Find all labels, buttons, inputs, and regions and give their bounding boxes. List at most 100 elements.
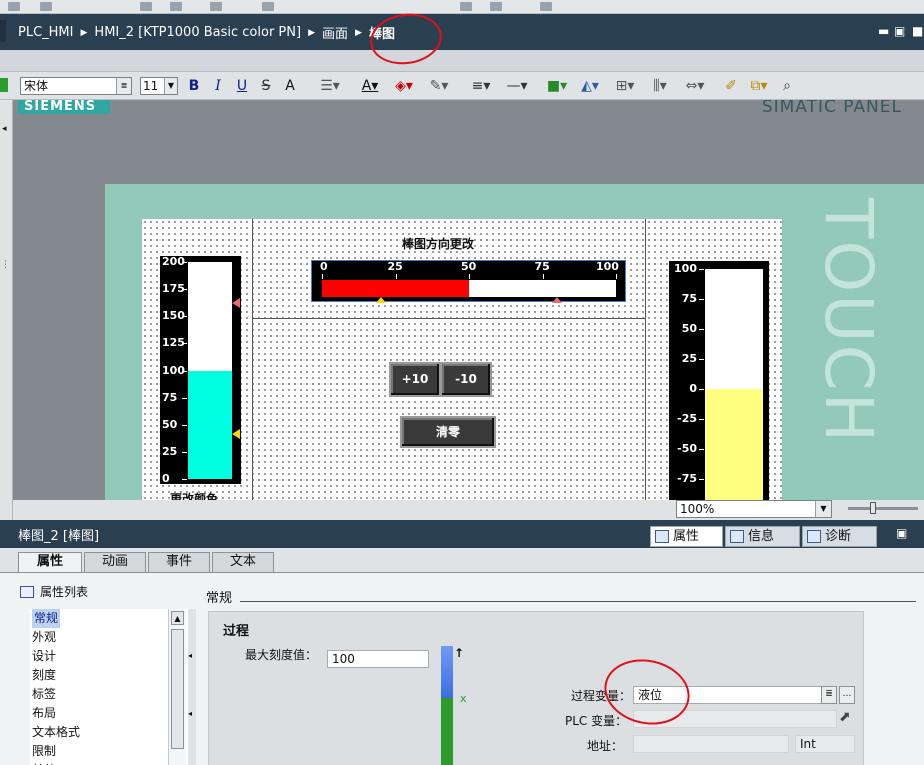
font-size-select[interactable]: 11 ▼ xyxy=(140,77,178,95)
tab-properties[interactable]: 属性 xyxy=(650,526,723,547)
toolbar-icon[interactable] xyxy=(8,2,20,11)
slider-handle[interactable] xyxy=(870,502,876,514)
toolbar-icon[interactable] xyxy=(40,2,52,11)
list-item[interactable]: 设计 xyxy=(32,647,56,666)
toolbar-icon[interactable] xyxy=(540,2,552,11)
panel-splitter[interactable]: ◂ ◂ xyxy=(188,609,196,765)
list-item[interactable]: 常规 xyxy=(32,609,61,628)
toolbar-icon[interactable] xyxy=(460,2,472,11)
more-button[interactable]: … xyxy=(839,686,855,704)
screen-editor-canvas[interactable]: SIEMENS SIMATIC PANEL TOUCH 200 175 150 125… xyxy=(13,100,924,500)
property-list[interactable]: 常规 外观 设计 刻度 标签 布局 文本格式 限制 其他 xyxy=(30,609,188,765)
scale-label: 25 xyxy=(162,444,178,458)
list-icon[interactable]: ≣ xyxy=(821,686,837,704)
minus-10-button[interactable]: -10 xyxy=(440,362,492,397)
scale-tick xyxy=(469,274,470,279)
rotate-icon[interactable]: ◭▾ xyxy=(575,77,605,95)
max-scale-input[interactable]: 100 xyxy=(327,650,429,668)
scale-tick xyxy=(182,316,187,318)
list-item[interactable]: 刻度 xyxy=(32,666,56,685)
maximize-icon[interactable]: ■ xyxy=(912,24,923,38)
zoom-icon[interactable]: ⌕ xyxy=(778,77,796,95)
subtab-events[interactable]: 事件 xyxy=(148,552,210,572)
list-item[interactable]: 标签 xyxy=(32,685,56,704)
chevron-left-icon[interactable]: ◂ xyxy=(188,651,192,660)
zoom-slider[interactable] xyxy=(848,502,918,514)
data-type-field: Int xyxy=(795,735,855,753)
bar-track xyxy=(705,269,763,500)
clear-button[interactable]: 清零 xyxy=(400,416,496,448)
scale-tick xyxy=(616,274,617,279)
toolbar-icon[interactable] xyxy=(490,2,502,11)
list-item[interactable]: 文本格式 xyxy=(32,723,80,742)
minimize-icon[interactable]: ▬ xyxy=(878,24,889,38)
chevron-down-icon[interactable]: ▼ xyxy=(164,78,177,94)
fill-color-icon[interactable]: ◈▾ xyxy=(390,77,418,95)
list-icon[interactable]: ≣ xyxy=(116,78,131,94)
line-style-icon[interactable]: —▾ xyxy=(502,77,532,95)
inspector-title-bar: 棒图_2 [棒图] 属性 信息 诊断 ▣ xyxy=(0,520,924,548)
list-item[interactable]: 其他 xyxy=(32,761,56,765)
scrollbar-thumb[interactable] xyxy=(171,629,184,749)
restore-icon[interactable]: ▣ xyxy=(896,526,907,540)
hmi-screen[interactable]: 200 175 150 125 100 75 50 25 0 更改颜色 棒图方向更改 0 25 50… xyxy=(142,219,782,500)
scale-tick xyxy=(699,359,704,360)
toolbar-icon[interactable] xyxy=(140,2,152,11)
toolbar-icon[interactable] xyxy=(210,2,222,11)
bring-front-icon[interactable]: ■▾ xyxy=(542,77,572,95)
line-color-icon[interactable]: ✎▾ xyxy=(424,77,454,95)
tab-diagnostics[interactable]: 诊断 xyxy=(802,526,877,547)
layer-icon[interactable]: ⧉▾ xyxy=(744,77,774,95)
format-painter-icon[interactable]: ✐ xyxy=(722,77,740,95)
list-item[interactable]: 外观 xyxy=(32,628,56,647)
resize-grip-icon[interactable]: ⋮ xyxy=(1,260,10,270)
chevron-left-icon[interactable]: ◂ xyxy=(188,709,192,718)
bold-button[interactable]: B xyxy=(186,77,202,95)
line-width-icon[interactable]: ≡▾ xyxy=(466,77,496,95)
breadcrumb: PLC_HMI ▶ HMI_2 [KTP1000 Basic color PN]… xyxy=(6,23,395,42)
scale-tick xyxy=(395,274,397,279)
subtab-animations[interactable]: 动画 xyxy=(84,552,146,572)
restore-icon[interactable]: ▣ xyxy=(894,24,905,38)
bar-track xyxy=(322,280,616,297)
bar-caption: 更改颜色 xyxy=(170,492,219,500)
bar-graph-horizontal[interactable]: 0 25 50 75 100 xyxy=(311,260,626,303)
breadcrumb-item-device[interactable]: HMI_2 [KTP1000 Basic color PN] xyxy=(94,25,301,40)
chevron-up-icon[interactable]: ▲ xyxy=(171,611,184,625)
bar-graph-right[interactable]: 100 75 50 25 0 -25 -50 -75 xyxy=(669,261,769,500)
font-color-icon[interactable]: A▾ xyxy=(356,77,384,95)
align-left-icon[interactable]: ☰▾ xyxy=(314,77,346,95)
bar-fill xyxy=(188,370,232,479)
chevron-left-icon[interactable]: ◂ xyxy=(2,124,7,134)
subtab-properties[interactable]: 属性 xyxy=(18,552,82,573)
italic-button[interactable]: I xyxy=(210,77,226,95)
zoom-value: 100% xyxy=(680,502,715,516)
underline-button[interactable]: U xyxy=(234,77,250,95)
font-family-select[interactable]: 宋体 ≣ xyxy=(20,77,132,95)
breadcrumb-item-project[interactable]: PLC_HMI xyxy=(18,25,74,40)
list-scrollbar[interactable]: ▲ xyxy=(168,609,186,765)
align-objects-icon[interactable]: ⊞▾ xyxy=(610,77,640,95)
toolbar-icon[interactable] xyxy=(262,2,274,11)
scale-tick xyxy=(182,397,187,399)
zoom-select[interactable]: 100% ▼ xyxy=(676,500,832,518)
scale-label: -75 xyxy=(677,472,697,485)
editor-title-bar: PLC_HMI ▶ HMI_2 [KTP1000 Basic color PN]… xyxy=(0,14,924,50)
distribute-icon[interactable]: ⫼▾ xyxy=(645,77,675,95)
scale-tick xyxy=(699,419,704,420)
goto-arrow-icon[interactable]: ⬈ xyxy=(839,709,851,725)
scale-label: 100 xyxy=(596,260,619,273)
breadcrumb-item-screens[interactable]: 画面 xyxy=(322,23,348,42)
toolbar-icon[interactable] xyxy=(170,2,182,11)
bar-graph-left[interactable]: 200 175 150 125 100 75 50 25 0 xyxy=(160,255,241,485)
list-item[interactable]: 布局 xyxy=(32,704,56,723)
strikethrough-button[interactable]: S xyxy=(258,77,274,95)
list-item[interactable]: 限制 xyxy=(32,742,56,761)
plus-10-button[interactable]: +10 xyxy=(389,362,441,397)
tab-info[interactable]: 信息 xyxy=(725,526,800,547)
chevron-down-icon[interactable]: ▼ xyxy=(815,501,831,517)
same-size-icon[interactable]: ⇔▾ xyxy=(680,77,710,95)
scale-preview-lower xyxy=(441,698,453,765)
font-scale-button[interactable]: A xyxy=(281,77,299,95)
subtab-texts[interactable]: 文本 xyxy=(212,552,274,572)
